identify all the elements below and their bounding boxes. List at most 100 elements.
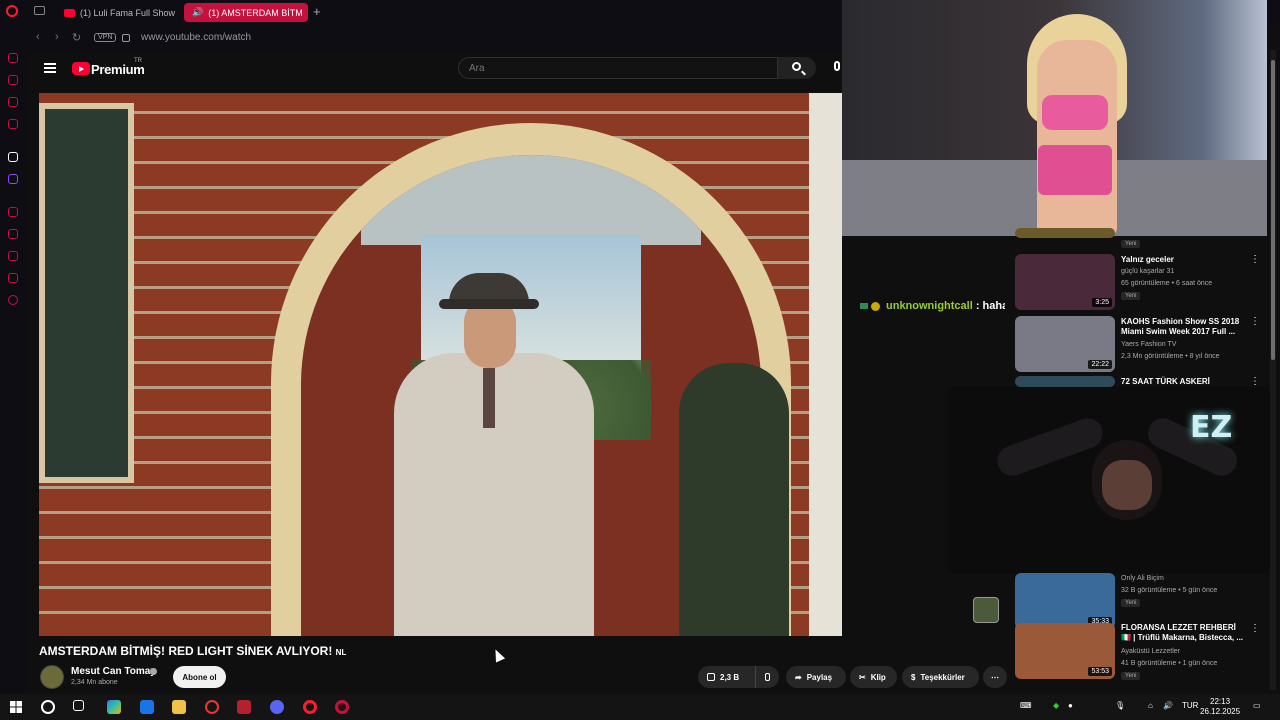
thanks-icon: $ <box>911 672 916 682</box>
tray-app-icon[interactable]: ◆ <box>1053 701 1059 710</box>
chat-subscriber-icon <box>871 302 880 311</box>
new-badge: Yeni <box>1121 292 1141 300</box>
lock-icon[interactable] <box>122 34 130 42</box>
duration-badge: 22:22 <box>1088 360 1112 369</box>
video-player[interactable] <box>39 93 842 636</box>
sidebar-aria-icon[interactable] <box>8 53 18 63</box>
youtube-logo-icon[interactable] <box>72 62 90 75</box>
tab-label: (1) Luli Fama Full Show in <box>80 7 178 18</box>
new-badge: Yeni <box>1121 240 1141 248</box>
fedora-brim <box>439 299 539 309</box>
workspaces-icon[interactable] <box>34 6 45 15</box>
model-skirt <box>1038 145 1112 195</box>
speaker-icon: 🔊 <box>192 7 204 17</box>
forward-icon[interactable]: › <box>55 31 59 43</box>
video-thumbnail[interactable]: 3:25 <box>1015 254 1115 310</box>
discord-icon[interactable] <box>270 700 284 714</box>
new-badge: Yeni <box>1121 672 1141 680</box>
channel-watermark[interactable] <box>973 597 999 623</box>
mic-tray-icon[interactable]: 🎙 <box>1115 701 1125 710</box>
video-editor-icon[interactable] <box>237 700 251 714</box>
search-input[interactable] <box>458 57 778 79</box>
share-label: Paylaş <box>806 672 833 682</box>
video-thumbnail[interactable]: 35:33 <box>1015 573 1115 629</box>
channel-name[interactable]: güçlü kaşarlar 31 <box>1121 268 1174 275</box>
keyboard-icon[interactable]: ⌨ <box>1020 701 1032 710</box>
channel-name[interactable]: Mesut Can Tomay <box>71 666 156 677</box>
sidebar-bookmarks-icon[interactable] <box>8 229 18 239</box>
sidebar-messenger-icon[interactable] <box>8 75 18 85</box>
channel-name[interactable]: Only Ali Biçim <box>1121 575 1164 582</box>
network-icon[interactable]: ⌂ <box>1148 701 1153 710</box>
share-button[interactable]: ➦ Paylaş <box>786 666 846 688</box>
tab-luli-fama[interactable]: (1) Luli Fama Full Show in <box>56 3 178 22</box>
subscribe-button[interactable]: Abone ol <box>173 666 226 688</box>
verified-icon <box>150 668 157 675</box>
dislike-button[interactable] <box>755 666 779 688</box>
new-tab-button[interactable]: + <box>313 4 321 19</box>
tab-amsterdam[interactable]: 🔊 (1) AMSTERDAM BİTM <box>184 3 308 22</box>
more-actions-button[interactable]: ⋯ <box>983 666 1007 688</box>
model-figure <box>1037 40 1117 236</box>
windows-start-icon[interactable] <box>10 701 22 713</box>
clock-date: 26.12.2025 <box>1200 707 1241 716</box>
video-title[interactable]: Yalnız geceler <box>1121 255 1245 265</box>
menu-icon[interactable] <box>44 63 56 73</box>
back-icon[interactable]: ‹ <box>36 31 40 43</box>
more-options-icon[interactable]: ⋮ <box>1250 254 1260 265</box>
video-title[interactable]: KAOHS Fashion Show SS 2018 Miami Swim We… <box>1121 317 1245 337</box>
video-title[interactable]: FLORANSA LEZZET REHBERİ 🇮🇹 | Trüflü Maka… <box>1121 623 1245 643</box>
search-icon <box>792 62 801 71</box>
microphone-icon[interactable] <box>834 61 840 71</box>
video-thumbnail[interactable] <box>1015 228 1115 238</box>
file-explorer-icon[interactable] <box>172 700 186 714</box>
duration-badge: 3:25 <box>1092 298 1112 307</box>
shop-window <box>39 103 134 483</box>
picture-in-picture-video[interactable] <box>842 0 1267 236</box>
sidebar-extensions-icon[interactable] <box>8 273 18 283</box>
video-title[interactable]: 72 SAAT TÜRK ASKERİ <box>1121 377 1245 387</box>
notifications-icon[interactable]: ▭ <box>1253 701 1261 710</box>
sidebar-settings-icon[interactable] <box>8 295 18 305</box>
clip-button[interactable]: ✂ Klip <box>850 666 897 688</box>
video-title-tag: NL <box>335 648 347 657</box>
system-clock[interactable]: 22:13 26.12.2025 <box>1200 697 1240 717</box>
sidebar-player-icon[interactable] <box>8 207 18 217</box>
passage-ceiling <box>361 155 701 245</box>
opera-icon[interactable] <box>303 700 317 714</box>
language-indicator[interactable]: TUR <box>1182 701 1198 710</box>
reload-icon[interactable]: ↻ <box>72 31 81 44</box>
more-options-icon[interactable]: ⋮ <box>1250 623 1260 634</box>
url-field[interactable]: www.youtube.com/watch <box>141 32 251 43</box>
channel-name[interactable]: Ayaküstü Lezzetler <box>1121 648 1180 655</box>
volume-icon[interactable]: 🔊 <box>1163 701 1173 710</box>
video-thumbnail[interactable]: 53:53 <box>1015 623 1115 679</box>
thanks-button[interactable]: $ Teşekkürler <box>902 666 979 688</box>
scrollbar-thumb[interactable] <box>1271 60 1275 360</box>
like-button[interactable]: 2,3 B <box>698 666 755 688</box>
channel-avatar[interactable] <box>40 665 64 689</box>
task-view-icon[interactable] <box>73 700 84 711</box>
chat-badge-icon <box>860 303 868 309</box>
steam-icon[interactable] <box>205 700 219 714</box>
sidebar-instagram-icon[interactable] <box>8 97 18 107</box>
channel-name[interactable]: Yaers Fashion TV <box>1121 341 1176 348</box>
video-thumbnail[interactable]: 22:22 <box>1015 316 1115 372</box>
youtube-brand[interactable]: Premium <box>91 62 145 77</box>
opera-menu-icon[interactable] <box>6 5 18 17</box>
video-thumbnail[interactable] <box>1015 376 1115 387</box>
sidebar-tiktok-icon[interactable] <box>8 152 18 162</box>
sidebar-music-icon[interactable] <box>8 119 18 129</box>
duration-badge: 53:53 <box>1088 667 1112 676</box>
edge-icon[interactable] <box>140 700 154 714</box>
sidebar-twitch-icon[interactable] <box>8 174 18 184</box>
search-icon[interactable] <box>41 700 55 714</box>
sidebar-history-icon[interactable] <box>8 251 18 261</box>
opera-gx-icon[interactable] <box>335 700 349 714</box>
copilot-icon[interactable] <box>107 700 121 714</box>
discord-tray-icon[interactable]: ● <box>1068 701 1073 710</box>
vpn-badge[interactable]: VPN <box>94 33 117 42</box>
more-options-icon[interactable]: ⋮ <box>1250 316 1260 327</box>
more-options-icon[interactable]: ⋮ <box>1250 376 1260 387</box>
share-icon: ➦ <box>795 672 802 682</box>
